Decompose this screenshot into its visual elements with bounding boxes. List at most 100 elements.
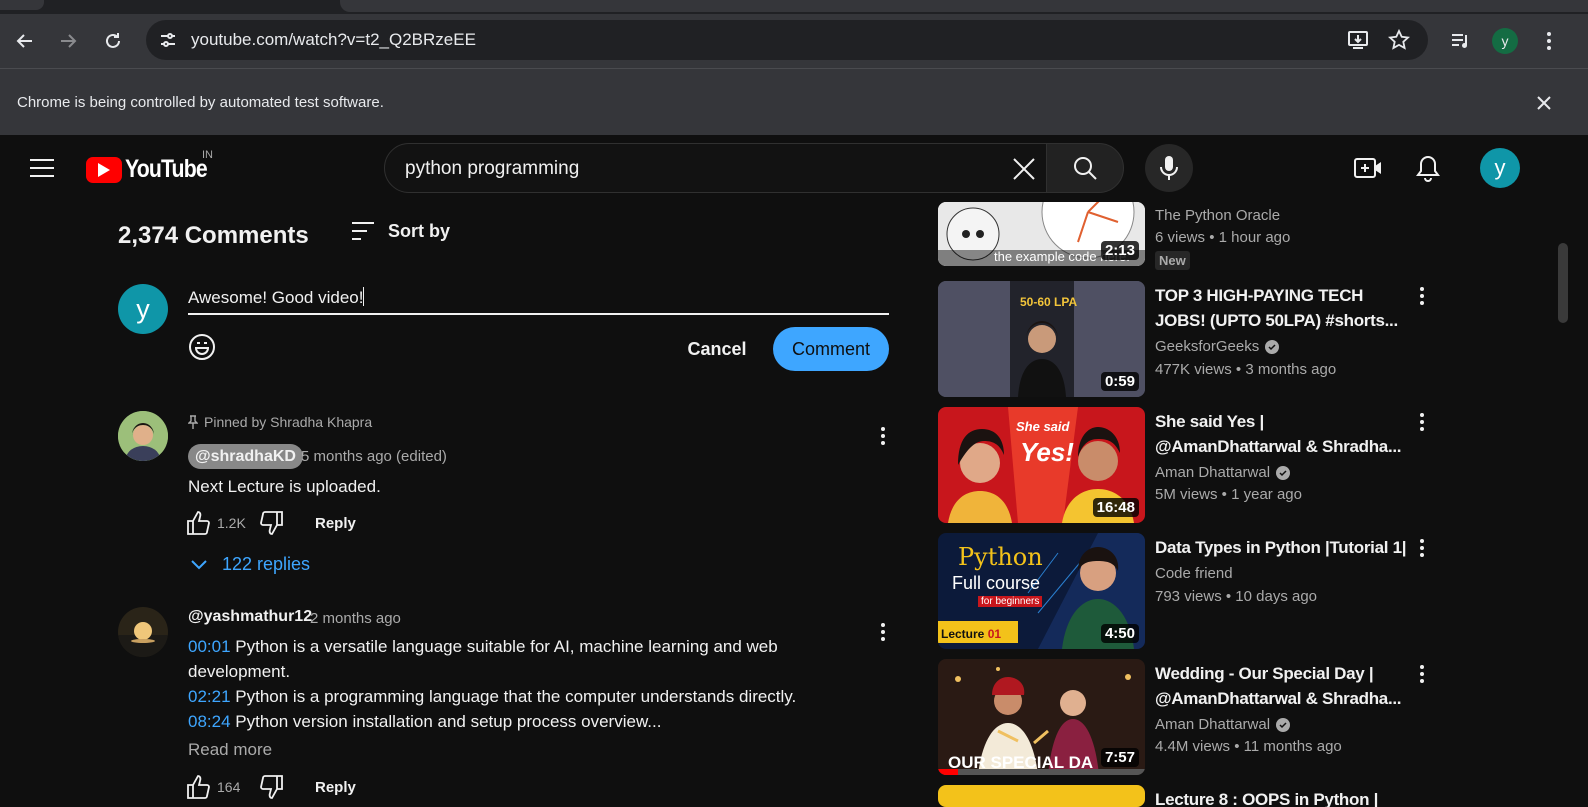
account-avatar[interactable]: y xyxy=(1480,148,1520,188)
video-channel[interactable]: Aman Dhattarwal xyxy=(1155,716,1291,733)
verified-icon xyxy=(1265,339,1280,354)
sort-comments-button[interactable]: Sort by xyxy=(350,220,450,242)
comment-input[interactable]: Awesome! Good video! xyxy=(188,284,889,315)
video-duration: 7:57 xyxy=(1100,748,1139,767)
sort-icon xyxy=(352,222,374,240)
avatar[interactable] xyxy=(118,607,168,657)
automation-infobar: Chrome is being controlled by automated … xyxy=(0,68,1588,135)
address-bar[interactable]: youtube.com/watch?v=t2_Q2BRzeEE xyxy=(146,20,1428,60)
video-meta: 6 views • 1 hour ago xyxy=(1155,229,1291,246)
infobar-message: Chrome is being controlled by automated … xyxy=(17,94,384,111)
like-icon[interactable] xyxy=(185,510,211,536)
browser-menu-icon[interactable] xyxy=(1534,26,1564,56)
video-thumbnail[interactable]: the example code here. 2:13 xyxy=(938,202,1145,266)
video-thumbnail[interactable] xyxy=(938,785,1145,807)
recommended-video[interactable]: the example code here. 2:13 The Python O… xyxy=(938,150,1438,270)
url-text: youtube.com/watch?v=t2_Q2BRzeEE xyxy=(191,30,476,49)
dislike-icon[interactable] xyxy=(259,510,285,536)
video-duration: 2:13 xyxy=(1100,241,1139,260)
video-channel[interactable]: GeeksforGeeks xyxy=(1155,338,1280,355)
video-title-line: @AmanDhattarwal & Shradha... xyxy=(1155,437,1402,456)
video-thumbnail[interactable]: OUR SPECIAL DA 7:57 xyxy=(938,659,1145,775)
browser-tab-strip xyxy=(0,0,1588,14)
comment-menu-icon[interactable] xyxy=(871,424,895,448)
pinned-label: Pinned by Shradha Khapra xyxy=(204,414,373,430)
new-badge: New xyxy=(1155,251,1190,270)
recommended-video[interactable]: Python Full course for beginners Lecture… xyxy=(938,533,1438,649)
site-info-icon[interactable] xyxy=(156,28,180,52)
video-thumbnail[interactable]: She said Yes! 16:48 xyxy=(938,407,1145,523)
close-icon[interactable] xyxy=(1532,91,1556,115)
cancel-button[interactable]: Cancel xyxy=(672,327,762,371)
comment-time[interactable]: 2 months ago xyxy=(310,610,401,627)
text-caret xyxy=(363,287,365,306)
forward-icon[interactable] xyxy=(53,26,83,56)
video-thumbnail[interactable]: 50-60 LPA 0:59 xyxy=(938,281,1145,397)
comment-author[interactable]: @yashmathur12 xyxy=(188,608,312,626)
like-icon[interactable] xyxy=(185,774,211,800)
lecture-number: 01 xyxy=(987,627,1002,641)
comments-count: 2,374 Comments xyxy=(118,222,309,249)
video-meta: 477K views • 3 months ago xyxy=(1155,361,1337,378)
video-menu-icon[interactable] xyxy=(1410,284,1434,308)
video-title[interactable]: Lecture 8 : OOPS in Python | xyxy=(1155,787,1405,807)
back-icon[interactable] xyxy=(10,26,40,56)
guide-menu-icon[interactable] xyxy=(22,152,62,184)
reply-button[interactable]: Reply xyxy=(315,779,356,796)
timestamp-link[interactable]: 08:24 xyxy=(188,712,231,731)
video-menu-icon[interactable] xyxy=(1410,536,1434,560)
video-duration: 16:48 xyxy=(1092,498,1139,517)
view-replies-button[interactable]: 122 replies xyxy=(190,554,310,575)
video-menu-icon[interactable] xyxy=(1410,410,1434,434)
chevron-down-icon xyxy=(191,559,207,569)
recommended-video[interactable]: She said Yes! 16:48 She said Yes | @AmanD… xyxy=(938,407,1438,523)
bookmark-star-icon[interactable] xyxy=(1387,28,1411,52)
recommended-video[interactable]: OUR SPECIAL DA 7:57 Wedding - Our Specia… xyxy=(938,659,1438,775)
comment-text: 00:01 Python is a versatile language sui… xyxy=(188,634,868,734)
avatar[interactable] xyxy=(118,411,168,461)
video-title-line: TOP 3 HIGH-PAYING TECH xyxy=(1155,286,1364,305)
recommended-video[interactable]: Lecture 8 : OOPS in Python | xyxy=(938,785,1438,807)
video-title[interactable]: She said Yes | @AmanDhattarwal & Shradha.… xyxy=(1155,409,1405,459)
recommended-video[interactable]: 50-60 LPA 0:59 TOP 3 HIGH-PAYING TECH JOB… xyxy=(938,281,1438,397)
reply-button[interactable]: Reply xyxy=(315,515,356,532)
reload-icon[interactable] xyxy=(98,26,128,56)
video-thumbnail[interactable]: Python Full course for beginners Lecture… xyxy=(938,533,1145,649)
search-query: python programming xyxy=(405,158,580,179)
region-code: IN xyxy=(202,149,213,161)
video-title-line: Wedding - Our Special Day | xyxy=(1155,664,1374,683)
video-title[interactable]: TOP 3 HIGH-PAYING TECH JOBS! (UPTO 50LPA)… xyxy=(1155,283,1405,333)
comment-author[interactable]: @shradhaKD xyxy=(188,444,303,469)
video-title-line: @AmanDhattarwal & Shradha... xyxy=(1155,689,1402,708)
video-channel[interactable]: The Python Oracle xyxy=(1155,207,1280,224)
video-menu-icon[interactable] xyxy=(1410,662,1434,686)
page-scrollbar[interactable] xyxy=(1558,243,1568,323)
media-control-icon[interactable] xyxy=(1446,26,1476,56)
video-channel[interactable]: Code friend xyxy=(1155,565,1233,582)
timestamp-link[interactable]: 00:01 xyxy=(188,637,231,656)
comment-menu-icon[interactable] xyxy=(871,620,895,644)
thumbnail-caption: OUR SPECIAL DA xyxy=(948,753,1094,772)
video-channel[interactable]: Aman Dhattarwal xyxy=(1155,464,1291,481)
youtube-logo-text: YouTube xyxy=(125,155,208,183)
timestamp-link[interactable]: 02:21 xyxy=(188,687,231,706)
dislike-icon[interactable] xyxy=(259,774,285,800)
sort-label: Sort by xyxy=(388,220,451,241)
video-title[interactable]: Wedding - Our Special Day | @AmanDhattarw… xyxy=(1155,661,1405,711)
comment-time[interactable]: 5 months ago (edited) xyxy=(301,448,447,465)
video-age: 11 months ago xyxy=(1243,738,1342,755)
read-more-button[interactable]: Read more xyxy=(188,740,272,760)
browser-tab-active[interactable] xyxy=(340,0,1588,12)
channel-name: Aman Dhattarwal xyxy=(1155,716,1271,733)
browser-tab-inactive[interactable] xyxy=(0,0,44,10)
youtube-logo[interactable]: YouTube IN xyxy=(86,149,221,184)
thumbnail-caption: Python xyxy=(958,543,1043,571)
submit-comment-button[interactable]: Comment xyxy=(773,327,889,371)
browser-profile-avatar[interactable]: y xyxy=(1490,26,1520,56)
emoji-icon[interactable] xyxy=(188,333,216,361)
install-app-icon[interactable] xyxy=(1346,28,1370,52)
video-title[interactable]: Data Types in Python |Tutorial 1| xyxy=(1155,535,1409,560)
video-age: 1 hour ago xyxy=(1218,229,1291,246)
comment-line: 00:01 Python is a versatile language sui… xyxy=(188,634,868,659)
thumbnail-caption: Lecture 01 xyxy=(941,627,1001,641)
